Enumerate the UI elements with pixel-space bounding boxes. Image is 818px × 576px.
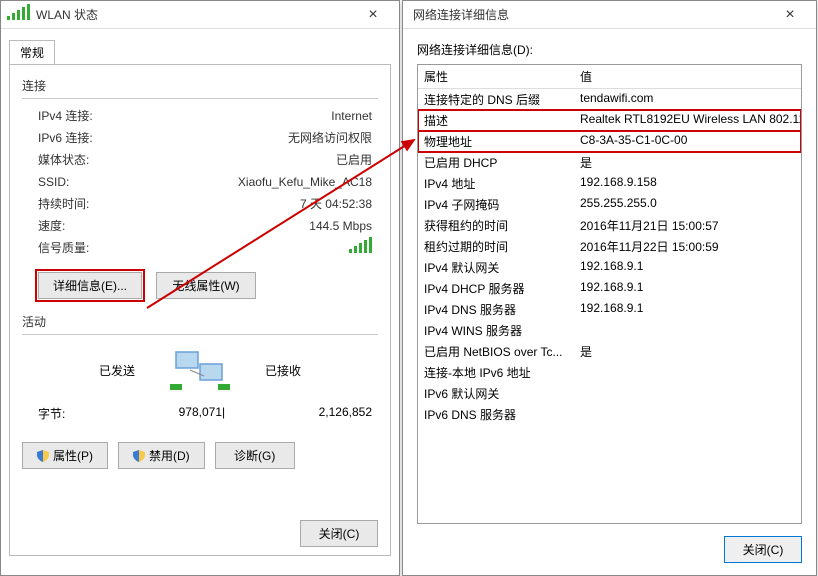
media-state-value: 已启用 [132, 149, 378, 171]
detail-value: 192.168.9.1 [574, 299, 801, 320]
detail-key: 已启用 DHCP [418, 152, 574, 173]
wlan-status-dialog: WLAN 状态 × 常规 连接 IPv4 连接:Internet IPv6 连接… [0, 0, 400, 576]
wireless-props-button[interactable]: 无线属性(W) [156, 272, 256, 299]
detail-row[interactable]: 描述Realtek RTL8192EU Wireless LAN 802.11 [418, 110, 801, 131]
details-button[interactable]: 详细信息(E)... [38, 272, 142, 299]
detail-row[interactable]: IPv4 子网掩码255.255.255.0 [418, 194, 801, 215]
detail-key: 连接特定的 DNS 后缀 [418, 89, 574, 110]
duration-label: 持续时间: [22, 193, 132, 215]
section-connection: 连接 [22, 77, 378, 94]
detail-row[interactable]: IPv4 DHCP 服务器192.168.9.1 [418, 278, 801, 299]
detail-value: 是 [574, 341, 801, 362]
tab-general[interactable]: 常规 [9, 40, 55, 65]
detail-row[interactable]: 租约过期的时间2016年11月22日 15:00:59 [418, 236, 801, 257]
detail-key: IPv4 地址 [418, 173, 574, 194]
detail-header: 属性 值 [418, 65, 801, 89]
detail-row[interactable]: 已启用 DHCP是 [418, 152, 801, 173]
ipv6-conn-value: 无网络访问权限 [132, 127, 378, 149]
detail-key: IPv4 DNS 服务器 [418, 299, 574, 320]
detail-label: 网络连接详细信息(D): [417, 41, 802, 58]
ssid-label: SSID: [22, 171, 132, 193]
bytes-sent: 978,071 [112, 405, 222, 422]
detail-value: 是 [574, 152, 801, 173]
detail-row[interactable]: 获得租约的时间2016年11月21日 15:00:57 [418, 215, 801, 236]
detail-value: Realtek RTL8192EU Wireless LAN 802.11 [574, 110, 801, 131]
shield-icon [37, 450, 49, 462]
props-button[interactable]: 属性(P) [22, 442, 108, 469]
detail-value: 255.255.255.0 [574, 194, 801, 215]
detail-value [574, 362, 801, 383]
ipv4-conn-value: Internet [132, 105, 378, 127]
detail-row[interactable]: IPv6 默认网关 [418, 383, 801, 404]
detail-value [574, 383, 801, 404]
detail-value: 192.168.9.158 [574, 173, 801, 194]
detail-key: IPv6 默认网关 [418, 383, 574, 404]
detail-key: 获得租约的时间 [418, 215, 574, 236]
duration-value: 7 天 04:52:38 [132, 193, 378, 215]
detail-row[interactable]: 物理地址C8-3A-35-C1-0C-00 [418, 131, 801, 152]
wifi-icon [7, 4, 30, 25]
activity-icon [165, 345, 235, 395]
wlan-titlebar: WLAN 状态 × [1, 1, 399, 29]
signal-label: 信号质量: [22, 237, 132, 260]
ssid-value: Xiaofu_Kefu_Mike_AC18 [132, 171, 378, 193]
detail-key: IPv4 子网掩码 [418, 194, 574, 215]
close-icon[interactable]: × [353, 1, 393, 28]
detail-titlebar: 网络连接详细信息 × [403, 1, 816, 29]
detail-value [574, 404, 801, 425]
signal-value [132, 237, 378, 260]
detail-key: 租约过期的时间 [418, 236, 574, 257]
sent-label: 已发送 [99, 362, 135, 379]
detail-key: IPv4 DHCP 服务器 [418, 278, 574, 299]
detail-key: 物理地址 [418, 131, 574, 152]
detail-value: tendawifi.com [574, 89, 801, 110]
detail-row[interactable]: IPv6 DNS 服务器 [418, 404, 801, 425]
detail-row[interactable]: IPv4 DNS 服务器192.168.9.1 [418, 299, 801, 320]
detail-value: 192.168.9.1 [574, 278, 801, 299]
detail-close-button[interactable]: 关闭(C) [724, 536, 802, 563]
detail-value: 192.168.9.1 [574, 257, 801, 278]
shield-icon [133, 450, 145, 462]
ipv4-conn-label: IPv4 连接: [22, 105, 132, 127]
detail-value [574, 320, 801, 341]
detail-value: 2016年11月21日 15:00:57 [574, 215, 801, 236]
disable-button[interactable]: 禁用(D) [118, 442, 205, 469]
detail-key: 描述 [418, 110, 574, 131]
detail-row[interactable]: 连接特定的 DNS 后缀tendawifi.com [418, 89, 801, 110]
detail-row[interactable]: 连接-本地 IPv6 地址 [418, 362, 801, 383]
detail-row[interactable]: IPv4 WINS 服务器 [418, 320, 801, 341]
network-detail-dialog: 网络连接详细信息 × 网络连接详细信息(D): 属性 值 连接特定的 DNS 后… [402, 0, 817, 576]
detail-key: 连接-本地 IPv6 地址 [418, 362, 574, 383]
detail-value: C8-3A-35-C1-0C-00 [574, 131, 801, 152]
detail-row[interactable]: 已启用 NetBIOS over Tc...是 [418, 341, 801, 362]
detail-table[interactable]: 属性 值 连接特定的 DNS 后缀tendawifi.com描述Realtek … [417, 64, 802, 524]
detail-key: IPv4 WINS 服务器 [418, 320, 574, 341]
detail-row[interactable]: IPv4 默认网关192.168.9.1 [418, 257, 801, 278]
speed-label: 速度: [22, 215, 132, 237]
detail-key: IPv4 默认网关 [418, 257, 574, 278]
detail-row[interactable]: IPv4 地址192.168.9.158 [418, 173, 801, 194]
bytes-recv: 2,126,852 [262, 405, 372, 422]
detail-title: 网络连接详细信息 [409, 6, 770, 23]
detail-key: 已启用 NetBIOS over Tc... [418, 341, 574, 362]
media-state-label: 媒体状态: [22, 149, 132, 171]
recv-label: 已接收 [265, 362, 301, 379]
col-value: 值 [574, 65, 598, 88]
detail-value: 2016年11月22日 15:00:59 [574, 236, 801, 257]
wlan-close-button[interactable]: 关闭(C) [300, 520, 378, 547]
bytes-label: 字节: [22, 405, 112, 422]
speed-value: 144.5 Mbps [132, 215, 378, 237]
detail-key: IPv6 DNS 服务器 [418, 404, 574, 425]
col-property: 属性 [418, 65, 574, 88]
wlan-title: WLAN 状态 [36, 6, 353, 23]
diag-button[interactable]: 诊断(G) [215, 442, 295, 469]
ipv6-conn-label: IPv6 连接: [22, 127, 132, 149]
close-icon[interactable]: × [770, 1, 810, 28]
section-activity: 活动 [22, 313, 378, 330]
